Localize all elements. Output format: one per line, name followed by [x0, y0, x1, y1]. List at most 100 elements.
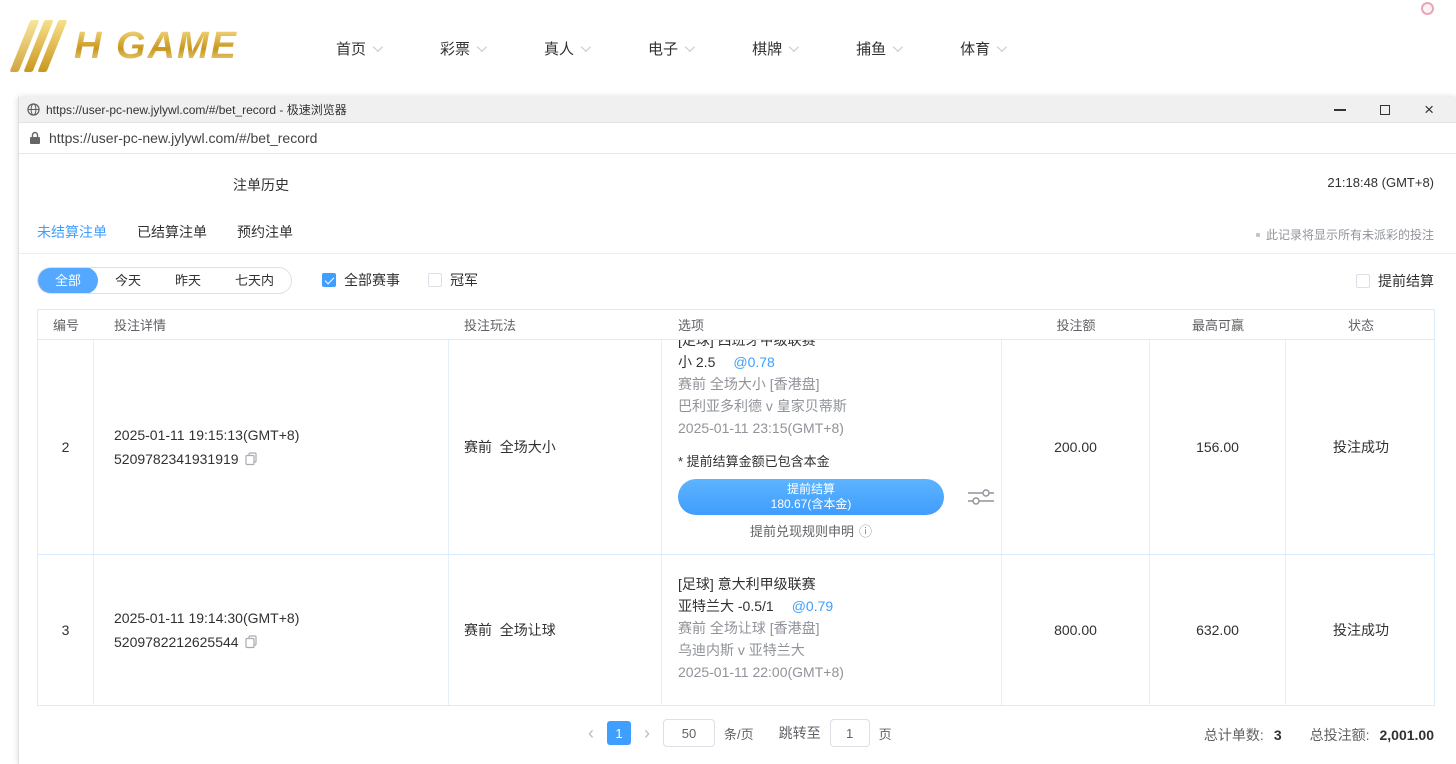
cell-play: 赛前 全场让球	[449, 555, 662, 705]
selection-pick: 小 2.5	[678, 354, 715, 370]
close-button[interactable]: ×	[1424, 101, 1434, 118]
bet-id: 5209782341931919	[114, 447, 239, 471]
tabs-note-text: 此记录将显示所有未派彩的投注	[1266, 226, 1434, 243]
window-title: https://user-pc-new.jylywl.com/#/bet_rec…	[46, 101, 347, 118]
cell-selection: [足球] 西班牙甲级联赛 小 2.5@0.78 赛前 全场大小 [香港盘] 巴利…	[662, 340, 1002, 554]
selection-odds: @0.78	[733, 354, 774, 370]
pagination-controls: ‹ 1 › 条/页 跳转至 页	[584, 719, 892, 747]
next-page-button[interactable]: ›	[640, 724, 654, 742]
cell-maxwin: 632.00	[1150, 555, 1286, 705]
tab-unsettled[interactable]: 未结算注单	[37, 222, 107, 242]
all-events-filter: 全部赛事	[322, 270, 400, 290]
date-option-7days[interactable]: 七天内	[218, 268, 291, 293]
bet-time: 2025-01-11 19:14:30(GMT+8)	[114, 606, 448, 630]
nav-label: 电子	[648, 38, 678, 59]
nav-label: 真人	[544, 38, 574, 59]
selection-pick-line: 亚特兰大 -0.5/1@0.79	[678, 595, 1001, 617]
early-settle-checkbox[interactable]	[1356, 274, 1370, 288]
nav-item-slots[interactable]: 电子	[648, 38, 692, 59]
maximize-button[interactable]	[1380, 105, 1390, 115]
date-option-yesterday[interactable]: 昨天	[158, 268, 218, 293]
early-settle-note: * 提前结算金额已包含本金	[678, 452, 1001, 472]
total-amount-label: 总投注额:	[1310, 725, 1370, 745]
tab-settled[interactable]: 已结算注单	[137, 222, 207, 242]
champion-checkbox[interactable]	[428, 273, 442, 287]
rule-text: 提前兑现规则申明	[750, 521, 854, 540]
site-logo[interactable]: H GAME	[16, 20, 238, 72]
jump-label: 跳转至	[779, 723, 821, 743]
cell-selection: [足球] 意大利甲级联赛 亚特兰大 -0.5/1@0.79 赛前 全场让球 [香…	[662, 555, 1002, 705]
minimize-button[interactable]	[1334, 109, 1346, 111]
chevron-down-icon	[997, 42, 1007, 52]
table-row: 2 2025-01-11 19:15:13(GMT+8) 52097823419…	[38, 340, 1434, 555]
nav-item-sports[interactable]: 体育	[960, 38, 1004, 59]
selection-match-time: 2025-01-11 23:15(GMT+8)	[678, 417, 1001, 439]
selection-match: 乌迪内斯 v 亚特兰大	[678, 639, 1001, 661]
screen: H GAME 首页 彩票 真人 电子 棋牌 捕鱼 体育 https://user…	[0, 0, 1456, 764]
date-range-segmented: 全部 今天 昨天 七天内	[37, 267, 292, 294]
col-selection: 选项	[662, 315, 1002, 334]
filter-bar: 全部 今天 昨天 七天内 全部赛事 冠军 提前结算	[37, 263, 1456, 297]
bullet-icon	[1256, 233, 1260, 237]
address-bar[interactable]: https://user-pc-new.jylywl.com/#/bet_rec…	[19, 123, 1456, 154]
selection-market: 赛前 全场让球 [香港盘]	[678, 617, 1001, 639]
col-amount: 投注额	[1002, 315, 1150, 334]
col-play: 投注玩法	[449, 315, 662, 334]
nav-label: 首页	[336, 38, 366, 59]
globe-icon	[27, 103, 40, 116]
info-icon[interactable]: ⓘ	[859, 521, 872, 540]
selection-pick-line: 小 2.5 @0.78	[678, 351, 1001, 373]
cell-status: 投注成功	[1286, 340, 1436, 554]
slider-settings-icon[interactable]	[968, 489, 994, 505]
total-amount-value: 2,001.00	[1380, 727, 1435, 743]
selection-league: [足球] 意大利甲级联赛	[678, 573, 1001, 595]
page-size-input[interactable]	[663, 719, 715, 747]
selection-league: [足球] 西班牙甲级联赛	[678, 340, 1001, 351]
cell-no: 2	[38, 340, 94, 554]
chevron-down-icon	[477, 42, 487, 52]
floating-widget-icon[interactable]	[1421, 2, 1434, 15]
early-settle-filter: 提前结算	[1356, 271, 1434, 291]
nav-item-lottery[interactable]: 彩票	[440, 38, 484, 59]
page-content: 注单历史 21:18:48 (GMT+8) 未结算注单 已结算注单 预约注单 此…	[19, 154, 1456, 764]
site-header: H GAME 首页 彩票 真人 电子 棋牌 捕鱼 体育	[0, 0, 1456, 97]
nav-item-home[interactable]: 首页	[336, 38, 380, 59]
chevron-down-icon	[685, 42, 695, 52]
early-cash-rule-link[interactable]: 提前兑现规则申明 ⓘ	[678, 521, 944, 540]
champion-label: 冠军	[450, 270, 478, 290]
date-option-today[interactable]: 今天	[98, 268, 158, 293]
cell-play: 赛前 全场大小	[449, 340, 662, 554]
logo-text: H GAME	[74, 25, 238, 68]
cell-detail: 2025-01-11 19:14:30(GMT+8) 5209782212625…	[94, 555, 449, 705]
browser-titlebar[interactable]: https://user-pc-new.jylywl.com/#/bet_rec…	[19, 97, 1456, 123]
jump-suffix: 页	[879, 724, 892, 743]
early-settle-button-title: 提前结算	[787, 482, 835, 497]
bet-id: 5209782212625544	[114, 630, 239, 654]
selection-match-time: 2025-01-11 22:00(GMT+8)	[678, 661, 1001, 683]
jump-page-input[interactable]	[830, 719, 870, 747]
cell-amount: 800.00	[1002, 555, 1150, 705]
early-settle-button[interactable]: 提前结算 180.67(含本金)	[678, 479, 944, 515]
page-number-button[interactable]: 1	[607, 721, 631, 745]
page-head: 注单历史 21:18:48 (GMT+8)	[19, 154, 1456, 214]
all-events-checkbox[interactable]	[322, 273, 336, 287]
server-clock: 21:18:48 (GMT+8)	[1327, 175, 1434, 190]
tab-reserved[interactable]: 预约注单	[237, 222, 293, 242]
selection-odds: @0.79	[792, 598, 833, 614]
prev-page-button[interactable]: ‹	[584, 724, 598, 742]
cell-status: 投注成功	[1286, 555, 1436, 705]
all-events-label: 全部赛事	[344, 270, 400, 290]
champion-filter: 冠军	[428, 270, 478, 290]
browser-window: https://user-pc-new.jylywl.com/#/bet_rec…	[18, 97, 1456, 764]
copy-icon[interactable]	[245, 635, 258, 649]
nav-item-fishing[interactable]: 捕鱼	[856, 38, 900, 59]
bet-table: 编号 投注详情 投注玩法 选项 投注额 最高可赢 状态 2 2025-01-11…	[37, 309, 1435, 706]
nav-item-cards[interactable]: 棋牌	[752, 38, 796, 59]
date-option-all[interactable]: 全部	[38, 267, 98, 294]
pagination-totals: 总计单数: 3 总投注额: 2,001.00	[1204, 725, 1434, 745]
col-detail: 投注详情	[94, 315, 449, 334]
tabs-row: 未结算注单 已结算注单 预约注单 此记录将显示所有未派彩的投注	[19, 214, 1456, 254]
copy-icon[interactable]	[245, 452, 258, 466]
nav-item-live[interactable]: 真人	[544, 38, 588, 59]
tabs-note: 此记录将显示所有未派彩的投注	[1256, 226, 1434, 243]
